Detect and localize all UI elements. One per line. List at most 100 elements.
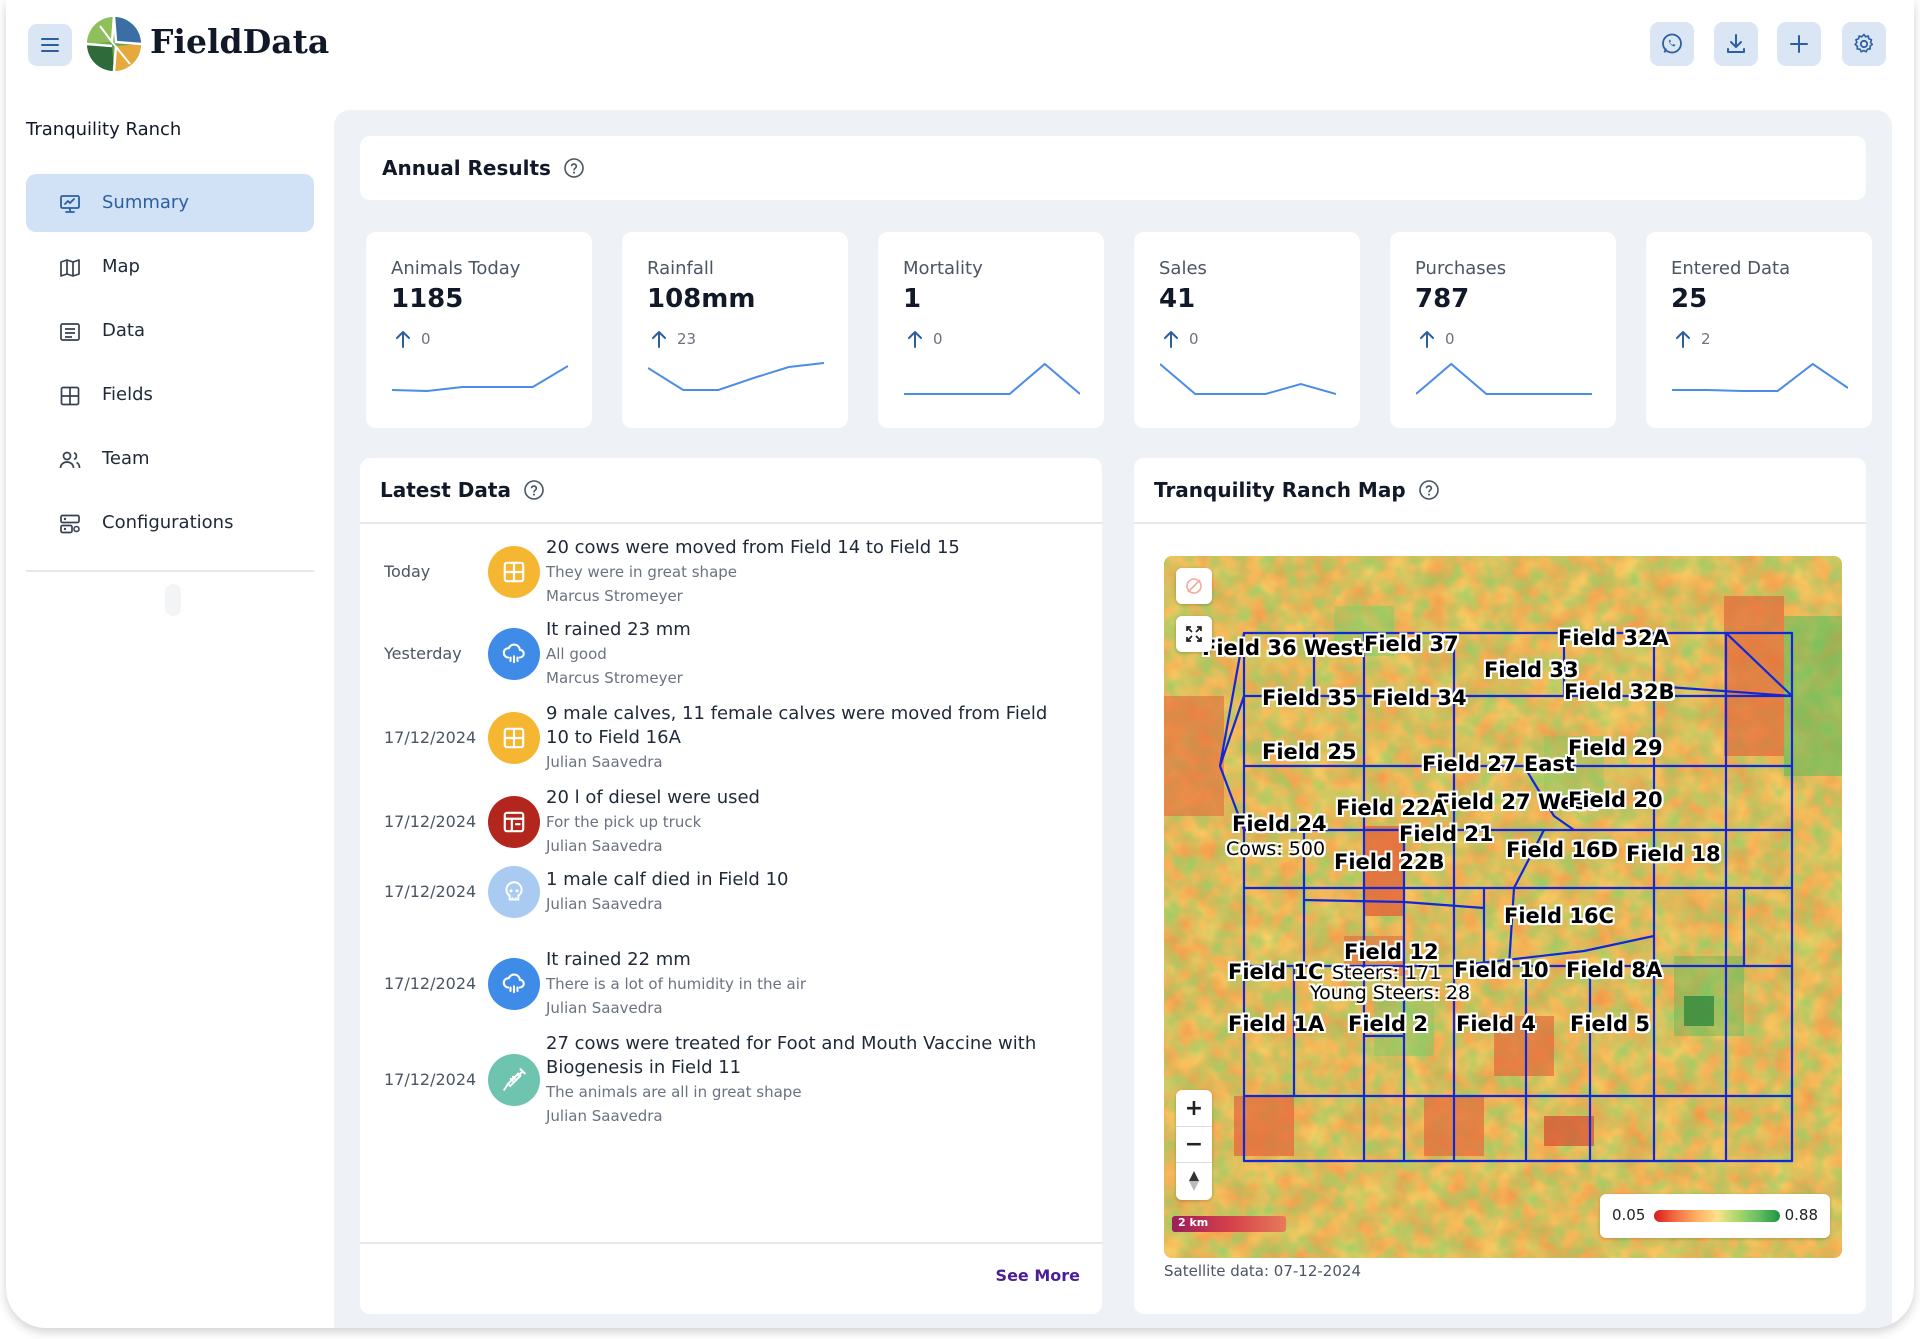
feed-author: Julian Saavedra (546, 999, 663, 1017)
stat-label: Rainfall (647, 258, 714, 279)
feed-author: Marcus Stromeyer (546, 587, 683, 605)
fullscreen-button[interactable] (1176, 616, 1212, 652)
add-button[interactable] (1777, 22, 1821, 66)
sparkline (392, 365, 568, 393)
stat-value: 787 (1415, 284, 1470, 314)
whatsapp-icon (1662, 33, 1682, 54)
zoom-in-button[interactable]: + (1176, 1090, 1212, 1126)
sparkline-path (1416, 362, 1592, 395)
header-divider (1134, 522, 1866, 524)
help-icon[interactable] (563, 157, 585, 179)
feed-icon-badge (488, 1054, 540, 1106)
sidebar-scroll-indicator (165, 584, 181, 616)
feed-title: It rained 22 mm (546, 949, 691, 970)
field-label[interactable]: Field 32B (1564, 680, 1675, 704)
sidebar-item-label: Map (102, 256, 140, 277)
stat-value: 41 (1159, 284, 1196, 314)
field-label[interactable]: Field 16C (1504, 904, 1614, 928)
zoom-out-button[interactable]: − (1176, 1126, 1212, 1162)
see-more-link[interactable]: See More (996, 1266, 1080, 1285)
field-label[interactable]: Field 32A (1558, 626, 1669, 650)
field-label[interactable]: Field 20 (1568, 788, 1663, 812)
whatsapp-button[interactable] (1650, 22, 1694, 66)
plus-icon (1790, 35, 1808, 53)
field-label[interactable]: Field 8A (1566, 958, 1662, 982)
feed-icon-badge (488, 866, 540, 918)
latest-data-card: Latest Data Today 20 cows were moved fro… (360, 458, 1102, 1314)
field-label[interactable]: Field 12 (1344, 940, 1439, 964)
field-label[interactable]: Field 18 (1626, 842, 1721, 866)
sparkline (1672, 362, 1848, 392)
section-title: Annual Results (382, 156, 551, 180)
annual-results-header: Annual Results (360, 136, 1866, 200)
field-label[interactable]: Field 16D (1506, 838, 1618, 862)
menu-button[interactable] (28, 24, 72, 66)
field-label[interactable]: Field 24 (1232, 812, 1327, 836)
stat-change: 0 (1189, 330, 1199, 348)
feed-date: 17/12/2024 (384, 1070, 477, 1089)
field-label[interactable]: Field 22A (1336, 796, 1447, 820)
sparkline-path (1160, 363, 1336, 395)
zoom-controls: + − (1176, 1090, 1212, 1200)
download-button[interactable] (1714, 22, 1758, 66)
sidebar-item-map[interactable]: Map (26, 238, 314, 296)
stat-card-purchases: Purchases 787 0 (1390, 232, 1616, 428)
settings-button[interactable] (1842, 22, 1886, 66)
feed-note: The animals are all in great shape (546, 1083, 802, 1101)
legend-max: 0.88 (1784, 1206, 1818, 1224)
sidebar-item-configurations[interactable]: Configurations (26, 494, 314, 552)
field-label[interactable]: Field 22B (1334, 850, 1445, 874)
field-label[interactable]: Field 37 (1364, 632, 1459, 656)
arrow-up-icon (908, 331, 922, 348)
field-label[interactable]: Field 25 (1262, 740, 1357, 764)
field-label[interactable]: Field 21 (1399, 822, 1494, 846)
stat-label: Animals Today (391, 258, 521, 279)
sidebar-item-label: Configurations (102, 512, 234, 533)
sidebar-item-data[interactable]: Data (26, 302, 314, 360)
field-label[interactable]: Field 1A (1228, 1012, 1324, 1036)
field-stat-label: Cows: 500 (1226, 838, 1326, 860)
sidebar-item-team[interactable]: Team (26, 430, 314, 488)
syringe-icon (501, 1067, 527, 1093)
sparkline-path (904, 362, 1080, 395)
feed-note: All good (546, 645, 607, 663)
sparkline (1416, 362, 1592, 395)
sidebar-item-label: Fields (102, 384, 153, 405)
stat-card-rainfall: Rainfall 108mm 23 (622, 232, 848, 428)
field-label[interactable]: Field 5 (1570, 1012, 1650, 1036)
feed-date: 17/12/2024 (384, 882, 477, 901)
feed-author: Marcus Stromeyer (546, 669, 683, 687)
sidebar-item-summary[interactable]: Summary (26, 174, 314, 232)
feed-icon-badge (488, 958, 540, 1010)
feed-date: 17/12/2024 (384, 812, 477, 831)
sparkline (1160, 363, 1336, 395)
field-label[interactable]: Field 34 (1372, 686, 1467, 710)
feed-note: There is a lot of humidity in the air (546, 975, 807, 993)
feed-date: 17/12/2024 (384, 728, 477, 747)
field-label[interactable]: Field 27 East (1422, 752, 1575, 776)
feed-title: 20 cows were moved from Field 14 to Fiel… (546, 537, 960, 558)
cloud-rain-icon (500, 640, 528, 668)
scale-label: 2 km (1178, 1216, 1209, 1229)
stat-change: 2 (1701, 330, 1711, 348)
field-label[interactable]: Field 2 (1348, 1012, 1428, 1036)
layer-toggle-button[interactable] (1176, 568, 1212, 604)
feed-title: 20 l of diesel were used (546, 787, 760, 808)
stat-label: Entered Data (1671, 258, 1791, 279)
list-icon (60, 323, 80, 341)
field-label[interactable]: Field 10 (1454, 958, 1549, 982)
field-label[interactable]: Field 33 (1484, 658, 1579, 682)
sparkline (648, 362, 824, 391)
sidebar-item-fields[interactable]: Fields (26, 366, 314, 424)
field-label[interactable]: Field 1C (1228, 960, 1323, 984)
arrow-up-icon (396, 331, 410, 348)
field-label[interactable]: Field 36 West (1202, 636, 1363, 660)
field-label[interactable]: Field 29 (1568, 736, 1663, 760)
field-label[interactable]: Field 4 (1456, 1012, 1536, 1036)
reset-north-button[interactable] (1176, 1162, 1212, 1198)
field-label[interactable]: Field 35 (1262, 686, 1357, 710)
grid-icon (60, 386, 80, 406)
help-icon[interactable] (1418, 479, 1440, 501)
feed-icon-badge (488, 628, 540, 680)
feed-note: They were in great shape (546, 563, 738, 581)
